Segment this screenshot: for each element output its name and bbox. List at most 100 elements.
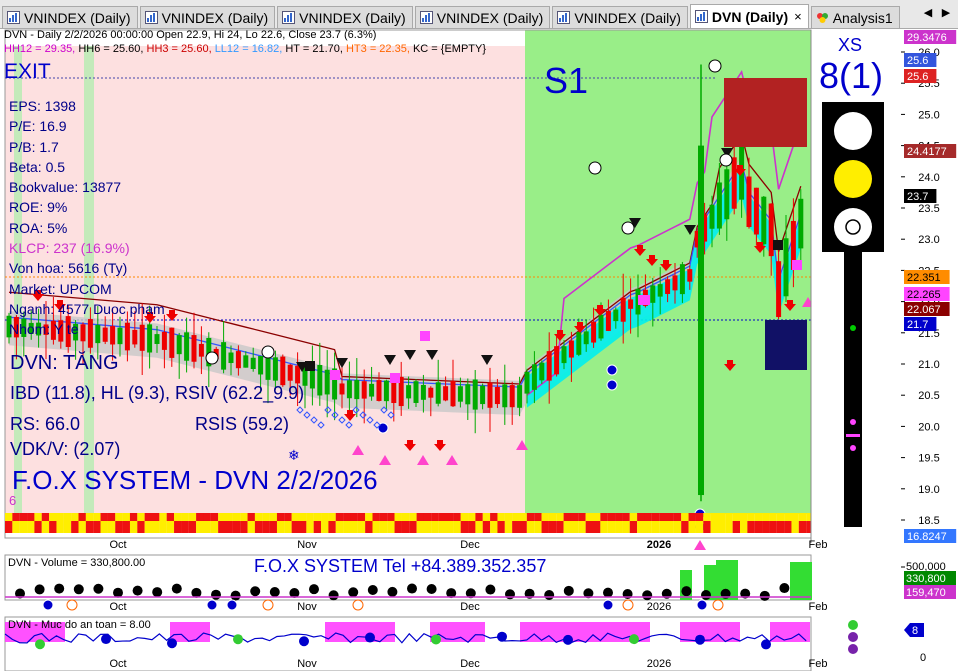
month-label: Nov xyxy=(297,658,317,670)
candle-body xyxy=(531,364,537,390)
candle-body xyxy=(561,346,567,364)
safety-dot xyxy=(299,636,309,647)
strip-top xyxy=(225,513,233,521)
fundamental-item: ROE: 9% xyxy=(9,199,68,216)
strip-top xyxy=(27,513,35,521)
strip-bottom xyxy=(203,521,211,533)
strip-top xyxy=(299,513,307,521)
candle-body xyxy=(539,362,545,381)
candle-body xyxy=(280,356,286,386)
strip-top xyxy=(181,513,189,521)
candle-body xyxy=(406,385,412,399)
strip-bottom xyxy=(556,521,564,533)
strip-top xyxy=(71,513,79,521)
strip-top xyxy=(747,513,755,521)
rsis-label: RSIS (59.2) xyxy=(195,414,290,434)
strip-bottom xyxy=(776,521,785,533)
count-label: 6 xyxy=(9,493,17,508)
volume-dot xyxy=(113,587,123,598)
header-level-0: HH12 = 29.35, xyxy=(4,43,79,55)
volume-dot xyxy=(309,584,319,595)
strip-top xyxy=(232,513,241,521)
strip-bottom xyxy=(740,521,748,533)
strip-top xyxy=(78,513,86,521)
tab-6[interactable]: Analysis1 xyxy=(810,6,900,28)
strip-bottom xyxy=(401,521,410,533)
volume-dot xyxy=(269,587,280,598)
strip-bottom xyxy=(166,521,175,533)
candle-body xyxy=(583,331,589,345)
zero-marker xyxy=(621,221,635,235)
strip-bottom xyxy=(85,521,94,533)
price-tick-label: 19.0 xyxy=(918,484,939,496)
candle-body xyxy=(176,335,182,355)
pole-mark xyxy=(846,434,860,437)
tab-scroll-right-button[interactable]: ▶ xyxy=(939,5,953,21)
candle-body xyxy=(761,196,767,245)
volume-dot xyxy=(34,584,45,595)
strip-bottom xyxy=(291,521,300,533)
strip-bottom xyxy=(19,521,28,533)
tab-4[interactable]: VNINDEX (Daily) xyxy=(552,6,688,28)
price-tick-label: 18.5 xyxy=(918,515,939,527)
strip-top xyxy=(629,513,638,521)
close-tab-icon[interactable]: × xyxy=(794,9,802,24)
strip-bottom xyxy=(335,521,344,533)
safety-legend-dot xyxy=(848,644,858,654)
strip-bottom xyxy=(431,521,439,533)
price-label: 24.4177 xyxy=(907,146,947,158)
chart-window-icon xyxy=(557,11,571,24)
strip-top xyxy=(276,513,285,521)
tab-3[interactable]: VNINDEX (Daily) xyxy=(414,6,551,28)
tab-0[interactable]: VNINDEX (Daily) xyxy=(2,6,138,28)
strip-top xyxy=(644,513,652,521)
strip-top xyxy=(372,513,380,521)
strip-top xyxy=(409,513,417,521)
month-label: Feb xyxy=(809,601,828,613)
strip-bottom xyxy=(306,521,314,533)
safety-label: 8 xyxy=(912,625,918,637)
candle-body xyxy=(628,299,634,309)
strip-top xyxy=(218,513,226,521)
strip-top xyxy=(401,513,410,521)
strip-top xyxy=(174,513,182,521)
strip-bottom xyxy=(651,521,660,533)
price-tick-label: 20.0 xyxy=(918,421,939,433)
volume-dot xyxy=(250,586,261,597)
tab-1[interactable]: VNINDEX (Daily) xyxy=(139,6,276,28)
strip-bottom xyxy=(497,521,505,533)
tab-label: DVN (Daily) xyxy=(711,8,789,25)
tab-label: VNINDEX (Daily) xyxy=(24,9,131,26)
strip-bottom xyxy=(629,521,638,533)
candle-body xyxy=(709,204,715,229)
strip-top xyxy=(93,513,101,521)
month-label: Oct xyxy=(109,658,126,670)
strip-top xyxy=(269,513,277,521)
strip-bottom xyxy=(607,521,616,533)
safety-tick-label: 0 xyxy=(920,652,926,664)
strip-bottom xyxy=(453,521,461,533)
strip-bottom xyxy=(541,521,549,533)
tab-scroll-left-button[interactable]: ◀ xyxy=(921,5,935,21)
tab-2[interactable]: VNINDEX (Daily) xyxy=(277,6,413,28)
count-marker xyxy=(262,599,274,611)
strip-top xyxy=(210,513,219,521)
snowflake-icon: ❄ xyxy=(288,447,300,463)
volume-dot xyxy=(387,586,398,597)
volume-dot xyxy=(73,584,84,595)
strip-top xyxy=(600,513,608,521)
strip-bottom xyxy=(218,521,226,533)
signal-square xyxy=(640,295,650,305)
strip-bottom xyxy=(703,521,711,533)
fundamental-item: P/E: 16.9 xyxy=(9,118,67,135)
tab-5[interactable]: DVN (Daily) × xyxy=(689,4,809,28)
candle-body xyxy=(287,364,293,381)
strip-bottom xyxy=(666,521,674,533)
price-tick-label: 24.0 xyxy=(918,172,939,184)
price-label: 16.8247 xyxy=(907,531,947,543)
strip-top xyxy=(769,513,777,521)
candle-body xyxy=(679,264,685,295)
month-label: Nov xyxy=(297,539,317,551)
strip-top xyxy=(85,513,94,521)
fundamental-item: Von hoa: 5616 (Ty) xyxy=(9,260,128,277)
